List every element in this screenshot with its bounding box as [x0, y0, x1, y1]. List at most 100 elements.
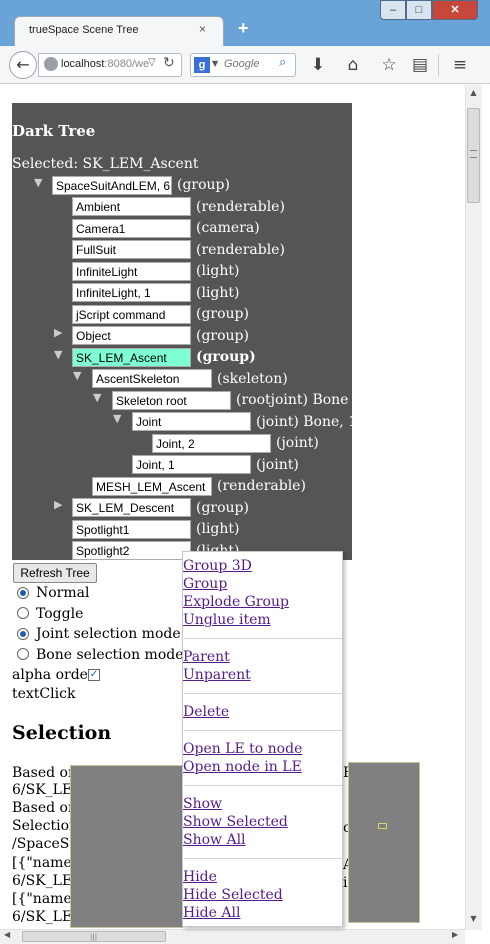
tree-node-selected[interactable]: SK_LEM_Ascent	[72, 348, 191, 367]
tree-node[interactable]: Spotlight1	[72, 520, 191, 539]
menu-separator	[184, 638, 342, 639]
preview-panel-left	[70, 765, 183, 928]
scroll-grip-icon	[470, 150, 477, 158]
menu-item-unparent[interactable]: Unparent	[183, 667, 251, 683]
menu-separator	[184, 730, 342, 731]
joint-selection-radio[interactable]	[17, 628, 29, 640]
url-dropdown-icon[interactable]: ▽	[148, 57, 156, 68]
expanded-arrow-icon[interactable]: ▼	[54, 348, 62, 361]
menu-item-show[interactable]: Show	[183, 796, 222, 812]
expanded-arrow-icon[interactable]: ▼	[73, 369, 81, 382]
menu-item-show-selected[interactable]: Show Selected	[183, 814, 288, 830]
chevron-down-icon[interactable]: ▼	[212, 59, 218, 68]
menu-item-group-3d[interactable]: Group 3D	[183, 558, 252, 574]
tree-node-type: (light)	[196, 521, 240, 537]
menu-item-delete[interactable]: Delete	[183, 704, 229, 720]
bone-selection-radio[interactable]	[17, 648, 29, 660]
tree-node[interactable]: Joint, 1	[132, 455, 251, 474]
radio-label: Toggle	[36, 606, 84, 622]
collapsed-arrow-icon[interactable]: ▶	[54, 326, 62, 339]
scroll-down-icon[interactable]: ▼	[465, 914, 482, 923]
tree-node[interactable]: Camera1	[72, 219, 191, 238]
reload-icon[interactable]: ↻	[163, 55, 175, 71]
menu-item-hide[interactable]: Hide	[183, 869, 217, 885]
vertical-scrollbar[interactable]	[465, 85, 482, 930]
tree-node[interactable]: SK_LEM_Descent	[72, 498, 191, 517]
scroll-right-icon[interactable]: ▶	[452, 930, 458, 939]
preview-marker	[378, 823, 387, 829]
expanded-arrow-icon[interactable]: ▼	[34, 176, 42, 189]
menu-item-parent[interactable]: Parent	[183, 649, 230, 665]
home-icon[interactable]: ⌂	[342, 54, 364, 76]
tree-node[interactable]: FullSuit	[72, 240, 191, 259]
selected-node-label: Selected: SK_LEM_Ascent	[12, 156, 199, 172]
tree-title: Dark Tree	[12, 122, 96, 140]
tree-node[interactable]: Spotlight2	[72, 541, 191, 560]
menu-item-explode-group[interactable]: Explode Group	[183, 594, 289, 610]
expanded-arrow-icon[interactable]: ▼	[113, 412, 121, 425]
search-input[interactable]	[224, 58, 280, 70]
tree-node[interactable]: Joint	[132, 412, 251, 431]
tree-node[interactable]: Joint, 2	[152, 434, 271, 453]
menu-item-open-node-in-le[interactable]: Open node in LE	[183, 759, 302, 775]
close-window-button[interactable]: ✕	[432, 0, 478, 20]
tree-node[interactable]: Object	[72, 326, 191, 345]
tree-node[interactable]: Ambient	[72, 197, 191, 216]
download-icon[interactable]: ⬇	[307, 54, 329, 76]
search-engine-icon[interactable]: g	[194, 57, 210, 73]
menu-item-group[interactable]: Group	[183, 576, 227, 592]
preview-panel-right	[348, 762, 420, 923]
tree-node-type: (group)	[196, 500, 249, 516]
tab-title: trueSpace Scene Tree	[29, 24, 139, 36]
tree-node-type: (rootjoint) Bone	[236, 392, 349, 408]
tree-node-type: (renderable)	[196, 199, 285, 215]
reading-list-icon[interactable]: ▤	[409, 54, 431, 76]
menu-item-unglue[interactable]: Unglue item	[183, 612, 271, 628]
toggle-radio[interactable]	[17, 607, 29, 619]
alpha-order-label: alpha order:	[12, 667, 100, 683]
menu-item-show-all[interactable]: Show All	[183, 832, 246, 848]
url-path: :8080/wet	[104, 58, 149, 70]
radio-label: Joint selection mode	[36, 626, 181, 642]
tree-node-type: (renderable)	[196, 242, 285, 258]
alpha-order-checkbox[interactable]: ✓	[88, 669, 100, 681]
browser-tab[interactable]: trueSpace Scene Tree	[14, 16, 224, 46]
collapsed-arrow-icon[interactable]: ▶	[54, 498, 62, 511]
menu-separator	[184, 693, 342, 694]
bookmark-star-icon[interactable]: ☆	[378, 54, 400, 76]
new-tab-button[interactable]: +	[238, 18, 249, 39]
selection-heading: Selection	[12, 722, 112, 744]
back-button[interactable]: ←	[9, 51, 37, 79]
menu-item-hide-all[interactable]: Hide All	[183, 905, 240, 921]
tree-node-type: (group)	[196, 306, 249, 322]
scroll-left-icon[interactable]: ◀	[4, 930, 10, 939]
tree-node[interactable]: AscentSkeleton	[92, 369, 212, 388]
tree-node[interactable]: InfiniteLight	[72, 262, 191, 281]
minimize-button[interactable]: –	[380, 0, 406, 20]
tree-node-type: (group)	[196, 328, 249, 344]
tab-close-icon[interactable]: ×	[199, 22, 206, 36]
normal-radio[interactable]	[17, 587, 29, 599]
hamburger-menu-icon[interactable]: ≡	[449, 54, 471, 76]
expanded-arrow-icon[interactable]: ▼	[93, 391, 101, 404]
tree-node[interactable]: MESH_LEM_Ascent	[92, 477, 212, 496]
tree-node[interactable]: InfiniteLight, 1	[72, 283, 191, 302]
tree-node-type: (light)	[196, 285, 240, 301]
url-text[interactable]: localhost:8080/wet	[61, 58, 149, 70]
globe-icon	[44, 57, 58, 71]
maximize-button[interactable]: □	[406, 0, 432, 20]
toolbar-separator	[438, 54, 439, 76]
scroll-up-icon[interactable]: ▲	[465, 88, 482, 97]
tree-node[interactable]: jScript command	[72, 305, 191, 324]
menu-separator	[184, 785, 342, 786]
tree-node[interactable]: SpaceSuitAndLEM, 6	[52, 176, 172, 195]
search-icon[interactable]: ⌕	[279, 55, 286, 70]
tree-node-type: (group)	[196, 349, 256, 365]
tree-node[interactable]: Skeleton root	[112, 391, 231, 410]
tree-node-type: (joint)	[276, 435, 319, 451]
tree-node-type: (camera)	[196, 220, 260, 236]
menu-item-hide-selected[interactable]: Hide Selected	[183, 887, 283, 903]
tree-node-type: (joint)	[256, 457, 299, 473]
menu-item-open-le-to-node[interactable]: Open LE to node	[183, 741, 302, 757]
refresh-tree-button[interactable]: Refresh Tree	[13, 563, 97, 583]
